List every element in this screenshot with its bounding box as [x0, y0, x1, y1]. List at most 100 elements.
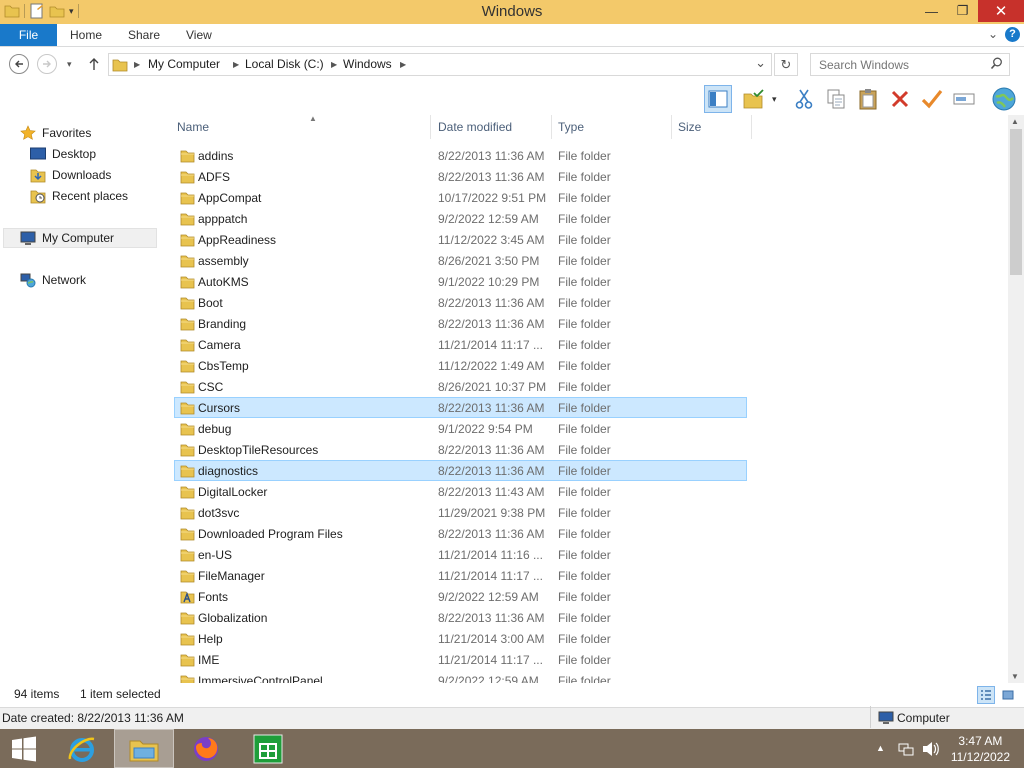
- large-icons-view-icon: [1002, 690, 1014, 700]
- tab-view[interactable]: View: [186, 24, 212, 46]
- file-row[interactable]: Help 11/21/2014 3:00 AM File folder: [174, 628, 747, 649]
- file-row[interactable]: Branding 8/22/2013 11:36 AM File folder: [174, 313, 747, 334]
- column-header-date-modified[interactable]: Date modified: [432, 115, 552, 139]
- file-row[interactable]: debug 9/1/2022 9:54 PM File folder: [174, 418, 747, 439]
- volume-tray-icon[interactable]: [922, 741, 940, 760]
- file-row[interactable]: Camera 11/21/2014 11:17 ... File folder: [174, 334, 747, 355]
- breadcrumb-windows[interactable]: Windows: [343, 57, 392, 71]
- nav-my-computer[interactable]: My Computer: [3, 228, 157, 248]
- file-date-modified: 9/1/2022 9:54 PM: [438, 422, 533, 436]
- breadcrumb-separator-icon[interactable]: ▶: [134, 60, 140, 69]
- taskbar-firefox[interactable]: [176, 729, 236, 768]
- folder-options-chevron-icon[interactable]: ▾: [772, 94, 777, 105]
- address-bar[interactable]: ▶ My Computer ▶ Local Disk (C:) ▶ Window…: [108, 53, 772, 76]
- folder-options-button[interactable]: [740, 85, 768, 113]
- file-type: File folder: [558, 506, 611, 520]
- copy-button[interactable]: [822, 85, 850, 113]
- scrollbar-thumb[interactable]: [1010, 129, 1022, 275]
- vertical-scrollbar[interactable]: ▲ ▼: [1008, 115, 1024, 683]
- tab-share[interactable]: Share: [128, 24, 160, 46]
- expand-ribbon-chevron-icon[interactable]: ⌄: [988, 27, 998, 41]
- column-header-type[interactable]: Type: [552, 115, 672, 139]
- file-row[interactable]: AppReadiness 11/12/2022 3:45 AM File folde…: [174, 229, 747, 250]
- rename-button[interactable]: [950, 85, 978, 113]
- taskbar-clock[interactable]: 3:47 AM 11/12/2022: [951, 733, 1010, 765]
- computer-icon: [20, 231, 36, 245]
- nav-desktop[interactable]: Desktop: [30, 144, 96, 164]
- forward-button[interactable]: [37, 54, 57, 74]
- file-row[interactable]: dot3svc 11/29/2021 9:38 PM File folder: [174, 502, 747, 523]
- breadcrumb-my-computer[interactable]: My Computer: [148, 57, 220, 71]
- file-row[interactable]: addins 8/22/2013 11:36 AM File folder: [174, 145, 747, 166]
- help-icon[interactable]: ?: [1005, 27, 1020, 42]
- nav-downloads[interactable]: Downloads: [30, 165, 111, 185]
- file-row[interactable]: IME 11/21/2014 11:17 ... File folder: [174, 649, 747, 670]
- nav-network[interactable]: Network: [20, 270, 86, 290]
- file-date-modified: 8/26/2021 10:37 PM: [438, 380, 547, 394]
- file-row[interactable]: apppatch 9/2/2022 12:59 AM File folder: [174, 208, 747, 229]
- file-name: ADFS: [198, 170, 231, 184]
- up-button[interactable]: [88, 57, 100, 74]
- breadcrumb-separator-icon[interactable]: ▶: [400, 60, 406, 69]
- folder-icon: [180, 527, 195, 544]
- network-tray-icon[interactable]: [898, 741, 914, 760]
- file-row[interactable]: Fonts 9/2/2022 12:59 AM File folder: [174, 586, 747, 607]
- column-header-size[interactable]: Size: [672, 115, 752, 139]
- taskbar-file-explorer[interactable]: [114, 729, 174, 768]
- folder-icon: [180, 170, 195, 187]
- file-row[interactable]: en-US 11/21/2014 11:16 ... File folder: [174, 544, 747, 565]
- file-row[interactable]: diagnostics 8/22/2013 11:36 AM File folder: [174, 460, 747, 481]
- file-type: File folder: [558, 548, 611, 562]
- preview-pane-button[interactable]: [704, 85, 732, 113]
- nav-favorites[interactable]: Favorites: [20, 123, 91, 143]
- file-row[interactable]: assembly 8/26/2021 3:50 PM File folder: [174, 250, 747, 271]
- delete-button[interactable]: [886, 85, 914, 113]
- breadcrumb-local-disk[interactable]: Local Disk (C:): [245, 57, 324, 71]
- taskbar-internet-explorer[interactable]: [52, 729, 112, 768]
- file-row[interactable]: Boot 8/22/2013 11:36 AM File folder: [174, 292, 747, 313]
- scroll-down-arrow-icon[interactable]: ▼: [1011, 672, 1019, 681]
- search-input[interactable]: [810, 53, 1010, 76]
- tab-file[interactable]: File: [0, 24, 57, 46]
- file-row[interactable]: DigitalLocker 8/22/2013 11:43 AM File fold…: [174, 481, 747, 502]
- folder-icon: [180, 632, 195, 649]
- file-row[interactable]: AppCompat 10/17/2022 9:51 PM File folder: [174, 187, 747, 208]
- show-hidden-icons-chevron-icon[interactable]: ▲: [876, 743, 885, 753]
- start-button[interactable]: [0, 729, 48, 768]
- taskbar-store[interactable]: [238, 729, 298, 768]
- select-button[interactable]: [918, 85, 946, 113]
- file-row[interactable]: Downloaded Program Files 8/22/2013 11:36 …: [174, 523, 747, 544]
- file-row[interactable]: AutoKMS 9/1/2022 10:29 PM File folder: [174, 271, 747, 292]
- file-row[interactable]: DesktopTileResources 8/22/2013 11:36 AM Fi…: [174, 439, 747, 460]
- file-row[interactable]: Globalization 8/22/2013 11:36 AM File fold…: [174, 607, 747, 628]
- file-row[interactable]: CbsTemp 11/12/2022 1:49 AM File folder: [174, 355, 747, 376]
- address-dropdown-chevron-icon[interactable]: ⌄: [755, 55, 766, 71]
- maximize-button[interactable]: ❐: [947, 0, 978, 22]
- folder-icon: [180, 359, 195, 376]
- file-row[interactable]: FileManager 11/21/2014 11:17 ... File fold…: [174, 565, 747, 586]
- refresh-button[interactable]: ↻: [774, 53, 798, 76]
- web-button[interactable]: [990, 85, 1018, 113]
- minimize-button[interactable]: —: [916, 0, 947, 22]
- file-date-modified: 11/21/2014 11:16 ...: [438, 548, 543, 562]
- column-header-name[interactable]: Name ▲: [171, 115, 431, 139]
- file-row[interactable]: ImmersiveControlPanel 9/2/2022 12:59 AM Fi…: [174, 670, 747, 683]
- scroll-up-arrow-icon[interactable]: ▲: [1011, 117, 1019, 126]
- breadcrumb-separator-icon[interactable]: ▶: [233, 60, 239, 69]
- details-view-button[interactable]: [977, 686, 995, 704]
- paste-button[interactable]: [854, 85, 882, 113]
- search-icon[interactable]: [990, 57, 1003, 73]
- file-row[interactable]: ADFS 8/22/2013 11:36 AM File folder: [174, 166, 747, 187]
- cut-button[interactable]: [790, 85, 818, 113]
- close-button[interactable]: ✕: [978, 0, 1024, 22]
- large-icons-view-button[interactable]: [999, 686, 1017, 704]
- recent-locations-chevron-icon[interactable]: ▾: [67, 59, 72, 70]
- address-folder-icon: [112, 57, 128, 75]
- file-row[interactable]: CSC 8/26/2021 10:37 PM File folder: [174, 376, 747, 397]
- back-button[interactable]: [9, 54, 29, 74]
- breadcrumb-separator-icon[interactable]: ▶: [331, 60, 337, 69]
- file-row[interactable]: Cursors 8/22/2013 11:36 AM File folder: [174, 397, 747, 418]
- nav-recent-places[interactable]: Recent places: [30, 186, 128, 206]
- file-name: AppReadiness: [198, 233, 277, 247]
- tab-home[interactable]: Home: [70, 24, 102, 46]
